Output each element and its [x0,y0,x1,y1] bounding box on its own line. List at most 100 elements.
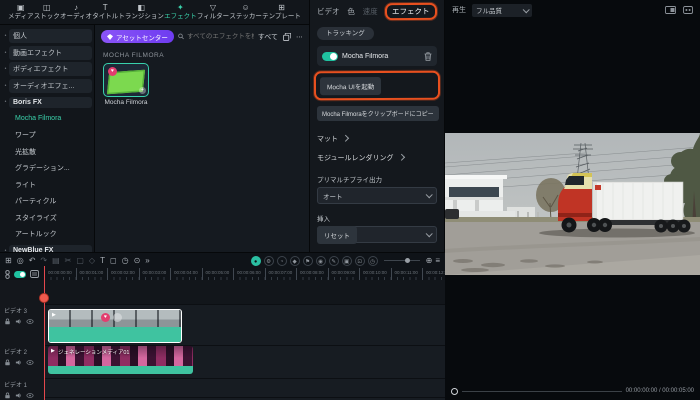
playhead-line[interactable] [44,266,45,400]
sidebar-item-particle[interactable]: • パーティクル [2,193,92,209]
nav-stock[interactable]: ◫ ストック [34,3,60,21]
effects-search[interactable] [178,33,254,40]
sidebar-item-warp[interactable]: • ワープ [2,127,92,143]
clip-truck-video[interactable]: ▶ ♥ [48,309,182,343]
filter-all-dropdown[interactable]: すべて [258,32,278,42]
more-tools-icon[interactable]: » [145,253,149,268]
sidebar-item-light[interactable]: • ライト [2,177,92,193]
premultiply-label: プリマルチプライ出力 [317,174,437,184]
crop-icon[interactable]: ▢ [76,253,84,268]
zoom-icon[interactable]: ⊙ [134,253,141,268]
launch-mocha-ui-button[interactable]: Mocha UIを起動 [320,77,381,95]
mute-icon[interactable] [15,392,22,399]
effect-enabled-toggle[interactable] [322,52,338,61]
tab-effect[interactable]: エフェクト [385,2,437,19]
matte-section-row[interactable]: マット [317,131,437,146]
clip-generation-media[interactable]: ▶ ジェネレーションメディア01 [48,346,193,374]
nav-sticker[interactable]: ☺ ステッカー [229,3,262,21]
eye-icon[interactable] [26,392,34,399]
video-preview[interactable] [445,133,700,275]
nav-audio[interactable]: ♪ オーディオ [60,3,92,21]
lane-video-1[interactable] [44,378,445,397]
render-preview-icon[interactable]: ◷ [368,256,378,266]
sidebar-item-light-diffusion[interactable]: • 光拡散 [2,144,92,160]
mute-icon[interactable] [15,318,22,325]
sidebar-item-stylize[interactable]: • スタイライズ [2,210,92,226]
keyframe-circle-icon[interactable]: ◆ [290,256,300,266]
reset-button[interactable]: リセット [317,226,357,244]
delete-icon[interactable]: ▤ [52,253,60,268]
text-icon[interactable]: T [100,253,105,268]
nav-effects[interactable]: ✦ エフェクト [164,3,197,21]
effect-thumbnail[interactable]: ♥ + [103,63,149,97]
mask-icon[interactable]: ▣ [342,256,352,266]
chevron-down-icon [523,6,530,13]
nav-filter[interactable]: ▽ フィルター [197,3,229,21]
sidebar-item-personal[interactable]: • 個人 [2,28,92,44]
more-options-button[interactable]: ⋯ [296,33,303,41]
asset-center-button[interactable]: アセットセンター [101,30,174,43]
track-height-icon[interactable]: ≡ [435,253,440,268]
clip-effect-bar [49,327,181,342]
effect-card-mocha[interactable]: ♥ + Mocha Filmora [103,63,149,106]
nav-media[interactable]: ▣ メディア [8,3,34,21]
record-voiceover-button[interactable]: ● [251,256,261,266]
delete-effect-icon[interactable] [424,52,432,61]
sidebar-item-mocha-filmora[interactable]: • Mocha Filmora [2,111,92,127]
edit-icon[interactable]: ✎ [329,256,339,266]
play-mode-label[interactable]: 再生 [452,5,466,15]
chroma-key-icon[interactable]: ◉ [316,256,326,266]
lock-icon[interactable] [4,359,11,366]
auto-ripple-toggle[interactable] [14,271,26,278]
sidebar-item-audio-effects[interactable]: • オーディオエフェ... [2,78,92,94]
display-mode-icon[interactable] [665,6,676,14]
undo-icon[interactable]: ↶ [29,253,36,268]
scrubber-track[interactable] [462,391,622,392]
tab-video[interactable]: ビデオ [317,6,340,17]
nav-icon: ✦ [177,3,184,13]
marker-icon[interactable]: ⚑ [303,256,313,266]
module-rendering-row[interactable]: モジュールレンダリング [317,150,437,165]
sidebar-item-boris-fx[interactable]: • Boris FX [2,94,92,110]
sidebar-item-body-effects[interactable]: • ボディエフェクト [2,61,92,77]
snap-icon[interactable]: ◎ [17,253,24,268]
timeline-ruler[interactable]: 00:00:00:0000:00:01:0000:00:02:0000:00:0… [44,268,445,280]
scrubber-handle[interactable] [451,388,458,395]
settings-icon[interactable]: ⚙ [264,256,274,266]
snapshot-grid-icon[interactable] [683,6,693,14]
premultiply-select[interactable]: オート [317,187,437,204]
sidebar-item-art-look[interactable]: • アートルック [2,226,92,242]
preview-panel: 再生 フル品質 [445,0,700,400]
nav-title[interactable]: T タイトル [92,3,118,21]
speed-icon[interactable]: ◷ [122,253,129,268]
collection-icon[interactable] [283,33,291,41]
add-badge-icon[interactable]: + [139,87,146,94]
sidebar-item-video-effects[interactable]: • 動画エフェクト [2,45,92,61]
split-icon[interactable]: ✂ [65,253,72,268]
pip-icon[interactable]: ⊡ [355,256,365,266]
track-manager-icon[interactable]: ⊞ [5,253,12,268]
nav-template[interactable]: ⊞ テンプレート [262,3,301,21]
tab-color[interactable]: 色 [347,6,355,17]
track-options-icon[interactable] [30,270,39,278]
playhead-handle[interactable] [39,293,49,303]
tab-speed[interactable]: 速度 [363,6,378,17]
timeline-zoom-slider[interactable] [384,260,420,261]
keyframe-icon[interactable]: ◇ [89,253,95,268]
speed-ramp-icon[interactable]: ◔ [277,256,287,266]
mute-icon[interactable] [15,359,22,366]
nav-transition[interactable]: ◧ トランジション [118,3,164,21]
quality-select[interactable]: フル品質 [472,4,532,17]
tracking-subtab[interactable]: トラッキング [317,27,374,40]
eye-icon[interactable] [26,318,34,325]
effects-search-input[interactable] [187,33,254,40]
lock-icon[interactable] [4,318,11,325]
zoom-fit-icon[interactable]: ⊕ [426,253,433,268]
sidebar-item-gradation[interactable]: • グラデーション... [2,160,92,176]
lock-icon[interactable] [4,392,11,399]
link-clips-icon[interactable] [5,270,10,279]
reframe-icon[interactable]: ◻ [110,253,117,268]
sidebar-item-newblue-fx[interactable]: • NewBlue FX [2,243,92,253]
copy-to-clipboard-button[interactable]: Mocha Filmoraをクリップボードにコピー [317,106,439,121]
eye-icon[interactable] [26,359,34,366]
